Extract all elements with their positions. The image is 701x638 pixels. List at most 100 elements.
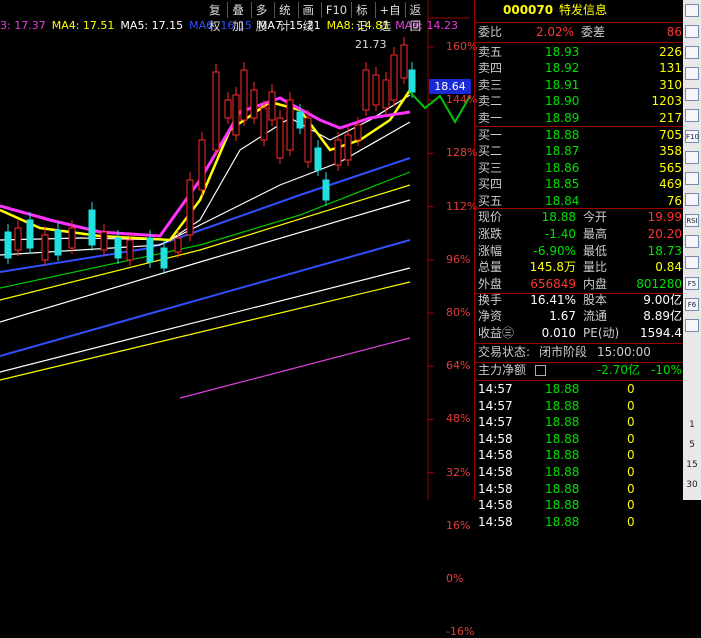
ma-legend-item: MA5: 17.15 (120, 19, 184, 32)
candle-body (14, 227, 22, 251)
stock-code: 000070 (503, 3, 554, 17)
up-arrow-icon[interactable] (685, 4, 699, 17)
quote-value: 801280 (636, 277, 682, 292)
candle-body (344, 134, 352, 161)
tick-time: 14:58 (478, 448, 513, 463)
candle-body (68, 227, 76, 249)
toolbar-btn-5[interactable]: F10 (320, 2, 351, 18)
ticker-icon[interactable] (685, 109, 699, 122)
period-number[interactable]: 5 (683, 440, 701, 450)
ask-label: 卖一 (478, 110, 503, 125)
candle-body (382, 79, 390, 109)
quote-label: 最高 (583, 226, 608, 241)
net-flow-row[interactable]: 主力净额 -2.70亿 -10% (475, 362, 684, 379)
stats-row: 净资 1.67 流通 8.89亿 (475, 308, 684, 325)
period-number[interactable]: 1 (683, 420, 701, 430)
bars-icon[interactable] (685, 67, 699, 80)
quote-value: -6.90% (533, 243, 576, 258)
f5-icon[interactable]: F5 (685, 277, 699, 290)
toolbar-btn-6[interactable]: 标记 (351, 2, 374, 33)
tick-row: 14:58 18.88 0 (475, 447, 684, 464)
toolbar-btn-4[interactable]: 画线 (297, 2, 321, 33)
f6-icon[interactable]: F6 (685, 298, 699, 311)
ma-line (0, 239, 411, 357)
list-icon[interactable] (685, 25, 699, 38)
stats-label: 净资 (478, 309, 503, 324)
y-axis-label: 0% (446, 572, 464, 585)
kline-svg[interactable] (0, 0, 470, 500)
tick-price: 18.88 (545, 448, 580, 463)
window-icon[interactable] (685, 172, 699, 185)
ask-volume: 1203 (651, 94, 682, 109)
tick-price: 18.88 (545, 465, 580, 479)
ask-label: 卖五 (478, 45, 503, 59)
quote-value: 20.20 (647, 226, 682, 241)
chart-icon[interactable] (685, 46, 699, 59)
ask-volume: 217 (659, 110, 682, 125)
toolbar-btn-0[interactable]: 复权 (205, 2, 227, 33)
current-price-tag: 18.64 (429, 79, 471, 94)
down-arrow-icon[interactable] (685, 319, 699, 332)
bid-price: 18.86 (545, 160, 580, 175)
quote-label: 涨跌 (478, 226, 503, 241)
candle-body (100, 231, 108, 251)
candle-body (362, 69, 370, 111)
grid-icon[interactable] (685, 88, 699, 101)
tick-row: 14:58 18.88 0 (475, 431, 684, 448)
ask-price: 18.91 (545, 77, 580, 92)
candle-body (322, 179, 330, 201)
ask-row: 卖一 18.89 217 (475, 110, 684, 127)
net-flow-menu-icon[interactable] (535, 365, 546, 376)
ask-price: 18.89 (545, 110, 580, 125)
candle-body (304, 117, 312, 163)
stock-header[interactable]: 000070 特发信息 (475, 2, 684, 19)
toolbar-btn-8[interactable]: 返回 (404, 2, 428, 33)
bid-row: 买二 18.87 358 (475, 143, 684, 160)
chart-toolbar: 复权 叠加 多股 统计 画线 F10 标记 +自选 返回 (205, 2, 428, 33)
tick-row: 14:57 18.88 0 (475, 381, 684, 398)
cross-icon[interactable] (685, 235, 699, 248)
y-axis-label: 80% (446, 306, 471, 319)
fundamental-icon[interactable] (685, 193, 699, 206)
news-icon[interactable] (685, 151, 699, 164)
kline-chart[interactable]: 3: 17.37 MA4: 17.51 MA5: 17.15 MA6: 16.15 MA… (0, 0, 477, 638)
tick-row: 14:58 18.88 0 (475, 464, 684, 481)
tick-volume: 0 (627, 415, 635, 430)
ma-line (0, 281, 411, 381)
candle-body (334, 139, 342, 166)
ask-price: 18.93 (545, 45, 580, 59)
f10-icon[interactable]: F10 (685, 130, 699, 143)
period-number[interactable]: 15 (683, 460, 701, 470)
quote-value: 18.88 (541, 210, 576, 224)
peak-price-label: 21.73 (355, 38, 387, 51)
candle-body (408, 69, 416, 93)
stats-value: 1594.4 (640, 325, 682, 340)
y-axis-label: 16% (446, 518, 471, 532)
tick-volume: 0 (627, 465, 635, 479)
toolbar-btn-3[interactable]: 统计 (274, 2, 297, 33)
ma-legend-item: 3: 17.37 (0, 19, 46, 32)
candle-body (276, 117, 284, 159)
candle-body (250, 89, 258, 119)
candle-body (260, 107, 268, 141)
quote-row: 涨跌 -1.40 最高 20.20 (475, 226, 684, 243)
scroll-icon[interactable] (685, 256, 699, 269)
quote-panel: 000070 特发信息 委比 2.02% 委差 86 卖五 18.93 226 卖四 1… (474, 0, 684, 529)
period-number[interactable]: 30 (683, 480, 701, 490)
toolbar-btn-7[interactable]: +自选 (374, 2, 405, 33)
toolbar-btn-2[interactable]: 多股 (250, 2, 274, 33)
toolbar-btn-1[interactable]: 叠加 (227, 2, 250, 33)
bid-label: 买四 (478, 177, 503, 192)
sidebar-label: F5 (687, 280, 697, 288)
stats-value: 9.00亿 (643, 293, 682, 307)
tick-row: 14:58 18.88 0 (475, 514, 684, 531)
stock-name: 特发信息 (559, 3, 608, 17)
stats-value: 8.89亿 (643, 309, 682, 324)
tick-price: 18.88 (545, 415, 580, 430)
tick-volume: 0 (627, 431, 635, 446)
y-axis-label: 144% (446, 93, 478, 107)
quote-row: 外盘 656849 内盘 801280 (475, 276, 684, 293)
ask-row: 卖四 18.92 131 (475, 60, 684, 77)
trade-status-phase: 闭市阶段 (539, 345, 588, 359)
rsi-icon[interactable]: RSI (685, 214, 699, 227)
